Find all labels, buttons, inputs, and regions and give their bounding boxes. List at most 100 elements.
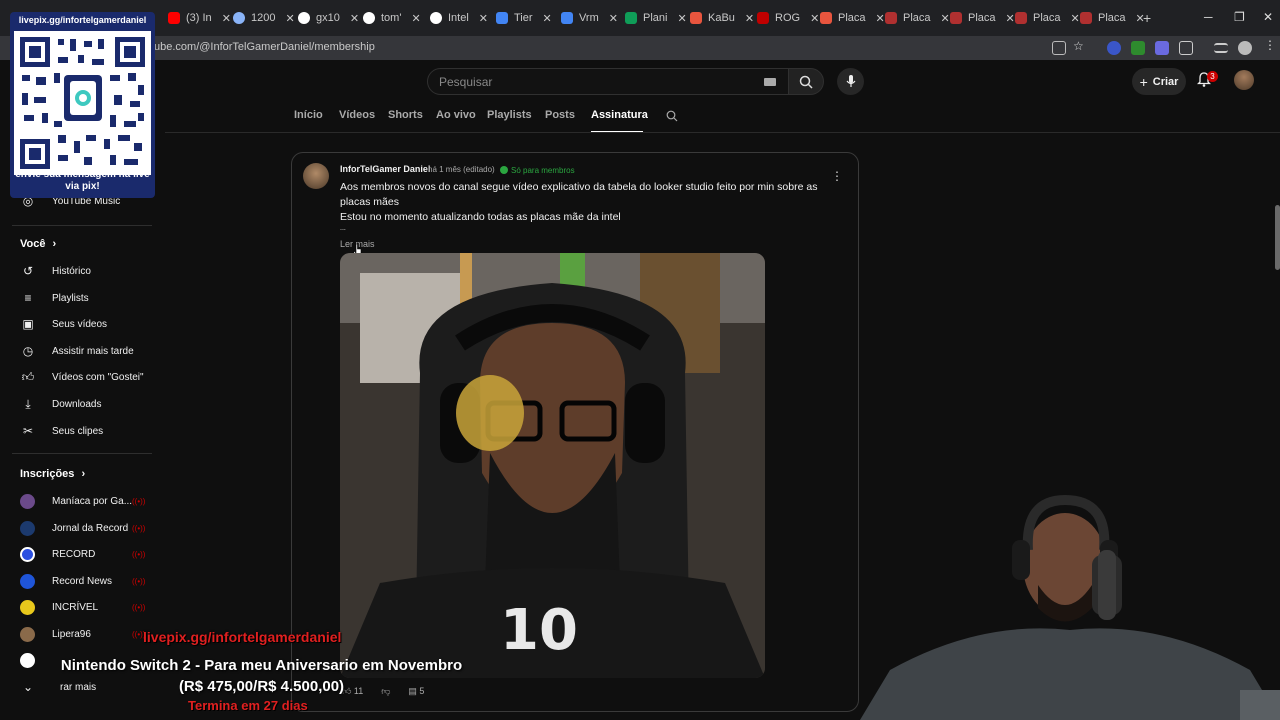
post-text-line: Estou no momento atualizando todas as pl… [340, 211, 621, 223]
tab-title: ROG [775, 12, 801, 24]
subscription-item[interactable]: Jornal da Record ((•)) [20, 518, 157, 538]
live-indicator-icon: ((•)) [132, 549, 146, 559]
profile-icon[interactable] [1238, 41, 1252, 55]
tab-videos[interactable]: Vídeos [339, 109, 375, 121]
sidebar-item-label: Assistir mais tarde [52, 345, 134, 357]
browser-tab[interactable]: Intel ✕ [430, 8, 488, 28]
tab-posts[interactable]: Posts [545, 109, 575, 121]
sidebar-item-label: Vídeos com "Gostei" [52, 371, 144, 383]
playlists-icon: ≡ [24, 291, 32, 305]
close-icon[interactable]: ✕ [222, 12, 231, 25]
close-icon[interactable]: ✕ [479, 12, 488, 25]
tab-assinatura[interactable]: Assinatura [591, 109, 648, 121]
post-author[interactable]: InforTelGamer Daniel [340, 164, 430, 174]
channel-avatar [20, 573, 35, 589]
clock-icon: ◷ [22, 344, 34, 358]
globe-icon [233, 12, 245, 24]
channel-search-icon[interactable] [666, 110, 678, 122]
browser-tab[interactable]: Placa ✕ [1015, 8, 1080, 28]
sidebar-item-label: Playlists [52, 292, 89, 304]
close-icon[interactable]: ✕ [941, 12, 950, 25]
subscription-item[interactable]: Maníaca por Ga... ((•)) [20, 491, 157, 511]
page-scrollbar[interactable] [1275, 205, 1280, 270]
close-icon[interactable]: ✕ [609, 12, 618, 25]
browser-tab[interactable]: Tier ✕ [496, 8, 552, 28]
close-icon[interactable]: ✕ [350, 12, 359, 25]
browser-tab[interactable]: Placa ✕ [885, 8, 950, 28]
extension-icon[interactable] [1107, 41, 1121, 55]
sidebar-heading-voce[interactable]: Você › [20, 238, 56, 250]
browser-tab[interactable]: (3) In ✕ [168, 8, 231, 28]
browser-tab[interactable]: Plani ✕ [625, 8, 687, 28]
subscription-item[interactable]: Record News ((•)) [20, 571, 157, 591]
extension-icon[interactable] [1131, 41, 1145, 55]
subscription-name: RECORD [52, 548, 96, 560]
tab-inicio[interactable]: Início [294, 109, 323, 121]
post-time[interactable]: há 1 mês (editado) [428, 165, 495, 174]
account-avatar[interactable] [1234, 70, 1254, 90]
close-window-icon[interactable]: ✕ [1263, 10, 1273, 24]
sidebar-heading-inscricoes[interactable]: Inscrições › [20, 468, 85, 480]
subscription-item[interactable]: Lipera96 ((•)) [20, 624, 157, 644]
post-body: Aos membros novos do canal segue vídeo e… [340, 180, 820, 233]
sidebar-item-label: Seus vídeos [52, 318, 108, 330]
tab-title: Placa [1098, 12, 1126, 24]
restore-icon[interactable]: ❐ [1234, 10, 1245, 24]
tab-title: tom' [381, 12, 402, 24]
tab-title: 1200 [251, 12, 276, 24]
author-avatar[interactable] [303, 163, 329, 189]
tab-shorts[interactable]: Shorts [388, 109, 423, 121]
menu-lines-icon[interactable] [1214, 43, 1228, 53]
browser-tab[interactable]: Vrm ✕ [561, 8, 618, 28]
url-text[interactable]: ube.com/@InforTelGamerDaniel/membership [154, 41, 375, 53]
more-vert-icon[interactable]: ⋮ [1264, 38, 1278, 52]
close-icon[interactable]: ✕ [876, 12, 885, 25]
browser-tab[interactable]: 1200 ✕ [233, 8, 295, 28]
close-icon[interactable]: ✕ [411, 12, 420, 25]
qr-code-image [14, 31, 151, 175]
star-icon[interactable]: ☆ [1073, 39, 1087, 53]
create-button[interactable]: + Criar [1132, 68, 1186, 95]
browser-tab[interactable]: Placa ✕ [1080, 8, 1145, 28]
browser-tab[interactable]: Placa ✕ [950, 8, 1015, 28]
close-icon[interactable]: ✕ [745, 12, 754, 25]
post-menu-icon[interactable]: ⋮ [831, 169, 843, 183]
new-tab-button[interactable]: + [1143, 8, 1151, 28]
close-icon[interactable]: ✕ [543, 12, 552, 25]
search-input[interactable]: Pesquisar [427, 68, 789, 95]
browser-tab[interactable]: Placa ✕ [820, 8, 885, 28]
close-icon[interactable]: ✕ [810, 12, 819, 25]
post-text-line: Aos membros novos do canal segue vídeo e… [340, 181, 818, 208]
close-icon[interactable]: ✕ [1006, 12, 1015, 25]
cast-icon[interactable] [1052, 41, 1066, 55]
puzzle-icon[interactable] [1179, 41, 1193, 55]
address-bar[interactable]: ube.com/@InforTelGamerDaniel/membership … [0, 36, 1280, 60]
close-icon[interactable]: ✕ [285, 12, 294, 25]
minimize-icon[interactable]: ─ [1204, 10, 1213, 24]
subscription-item[interactable]: RECORD ((•)) [20, 544, 157, 564]
close-icon[interactable]: ✕ [677, 12, 686, 25]
tab-playlists[interactable]: Playlists [487, 109, 532, 121]
post-image[interactable]: 10 [340, 253, 765, 678]
create-label: Criar [1152, 75, 1179, 88]
tab-title: Intel [448, 12, 469, 24]
streamer-webcam [860, 490, 1280, 720]
plus-icon[interactable]: + [1143, 10, 1151, 26]
tab-title: (3) In [186, 12, 212, 24]
subscription-item[interactable]: INCRÍVEL ((•)) [20, 597, 157, 617]
keyboard-icon[interactable] [764, 78, 776, 86]
tab-ao-vivo[interactable]: Ao vivo [436, 109, 476, 121]
subscription-name: INCRÍVEL [52, 601, 99, 613]
close-icon[interactable]: ✕ [1071, 12, 1080, 25]
browser-tab[interactable]: ROG ✕ [757, 8, 819, 28]
qr-code-overlay: livepix.gg/infortelgamerdaniel envie sua… [10, 12, 155, 198]
tab-title: KaBu [708, 12, 735, 24]
browser-tab[interactable]: KaBu ✕ [690, 8, 754, 28]
browser-tab[interactable]: tom' ✕ [363, 8, 421, 28]
screen: (3) In ✕ 1200 ✕ gx10 ✕ tom' ✕ Intel ✕ Ti… [0, 0, 1280, 720]
scissors-icon: ✂ [22, 424, 34, 438]
search-button[interactable] [788, 68, 824, 95]
voice-search-button[interactable] [837, 68, 864, 95]
browser-tab[interactable]: gx10 ✕ [298, 8, 359, 28]
extension-icon[interactable] [1155, 41, 1169, 55]
